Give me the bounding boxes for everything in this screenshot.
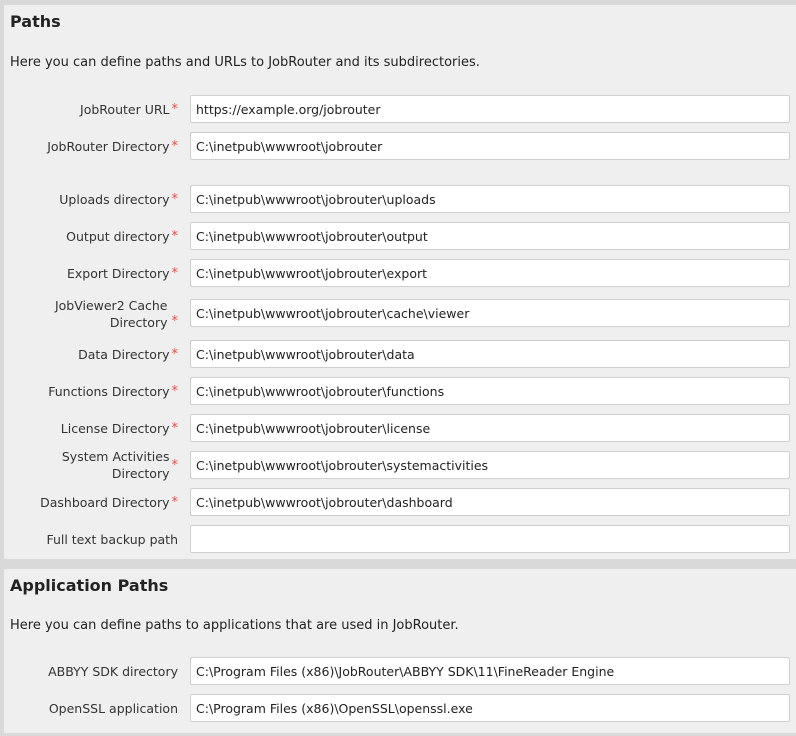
field-row-functions-directory: Functions Directory * xyxy=(4,377,796,405)
field-row-output-directory: Output directory * xyxy=(4,222,796,250)
application-paths-title: Application Paths xyxy=(10,576,169,595)
field-row-abbyy-sdk-directory: ABBYY SDK directory xyxy=(4,657,796,685)
system-activities-directory-input[interactable] xyxy=(190,451,790,479)
jobrouter-url-input[interactable] xyxy=(190,95,790,123)
required-marker: * xyxy=(171,138,179,154)
required-marker: * xyxy=(171,346,179,362)
field-row-jobrouter-url: JobRouter URL * xyxy=(4,95,796,123)
paths-description: Here you can define paths and URLs to Jo… xyxy=(10,55,480,70)
field-label: Full text backup path xyxy=(46,531,178,547)
required-marker: * xyxy=(171,383,179,399)
field-label: OpenSSL application xyxy=(48,700,178,716)
required-marker: * xyxy=(171,457,179,473)
data-directory-input[interactable] xyxy=(190,340,790,368)
application-paths-section: Application Paths Here you can define pa… xyxy=(4,569,796,733)
field-label: Export Directory * xyxy=(66,265,179,281)
field-label: JobRouter URL * xyxy=(80,101,179,117)
paths-title: Paths xyxy=(10,12,61,31)
jobviewer2-cache-directory-input[interactable] xyxy=(190,299,790,327)
field-row-full-text-backup-path: Full text backup path xyxy=(4,525,796,553)
field-label: System Activities Directory * xyxy=(61,449,179,481)
field-label: Uploads directory * xyxy=(59,191,179,207)
field-label: License Directory * xyxy=(60,420,179,436)
output-directory-input[interactable] xyxy=(190,222,790,250)
field-row-dashboard-directory: Dashboard Directory * xyxy=(4,488,796,516)
field-row-export-directory: Export Directory * xyxy=(4,259,796,287)
full-text-backup-path-input[interactable] xyxy=(190,525,790,553)
uploads-directory-input[interactable] xyxy=(190,185,790,213)
field-label: ABBYY SDK directory xyxy=(48,663,178,679)
required-marker: * xyxy=(171,494,179,510)
field-label: Output directory * xyxy=(66,228,179,244)
field-label: JobRouter Directory * xyxy=(47,138,179,154)
openssl-application-input[interactable] xyxy=(190,694,790,722)
paths-section: Paths Here you can define paths and URLs… xyxy=(4,5,796,559)
export-directory-input[interactable] xyxy=(190,259,790,287)
field-row-jobviewer2-cache-directory: JobViewer2 Cache Directory * xyxy=(4,298,796,330)
field-row-jobrouter-directory: JobRouter Directory * xyxy=(4,132,796,160)
functions-directory-input[interactable] xyxy=(190,377,790,405)
application-paths-description: Here you can define paths to application… xyxy=(10,618,459,633)
field-label: Data Directory * xyxy=(78,346,179,362)
field-row-data-directory: Data Directory * xyxy=(4,340,796,368)
license-directory-input[interactable] xyxy=(190,414,790,442)
abbyy-sdk-directory-input[interactable] xyxy=(190,657,790,685)
field-row-license-directory: License Directory * xyxy=(4,414,796,442)
field-row-uploads-directory: Uploads directory * xyxy=(4,185,796,213)
required-marker: * xyxy=(171,101,179,117)
required-marker: * xyxy=(171,265,179,281)
required-marker: * xyxy=(171,228,179,244)
dashboard-directory-input[interactable] xyxy=(190,488,790,516)
field-label: JobViewer2 Cache Directory * xyxy=(54,298,179,330)
field-row-openssl-application: OpenSSL application xyxy=(4,694,796,722)
required-marker: * xyxy=(171,314,179,329)
field-label: Functions Directory * xyxy=(48,383,179,399)
field-label: Dashboard Directory * xyxy=(40,494,179,510)
required-marker: * xyxy=(171,191,179,207)
jobrouter-directory-input[interactable] xyxy=(190,132,790,160)
required-marker: * xyxy=(171,420,179,436)
field-row-system-activities-directory: System Activities Directory * xyxy=(4,449,796,481)
